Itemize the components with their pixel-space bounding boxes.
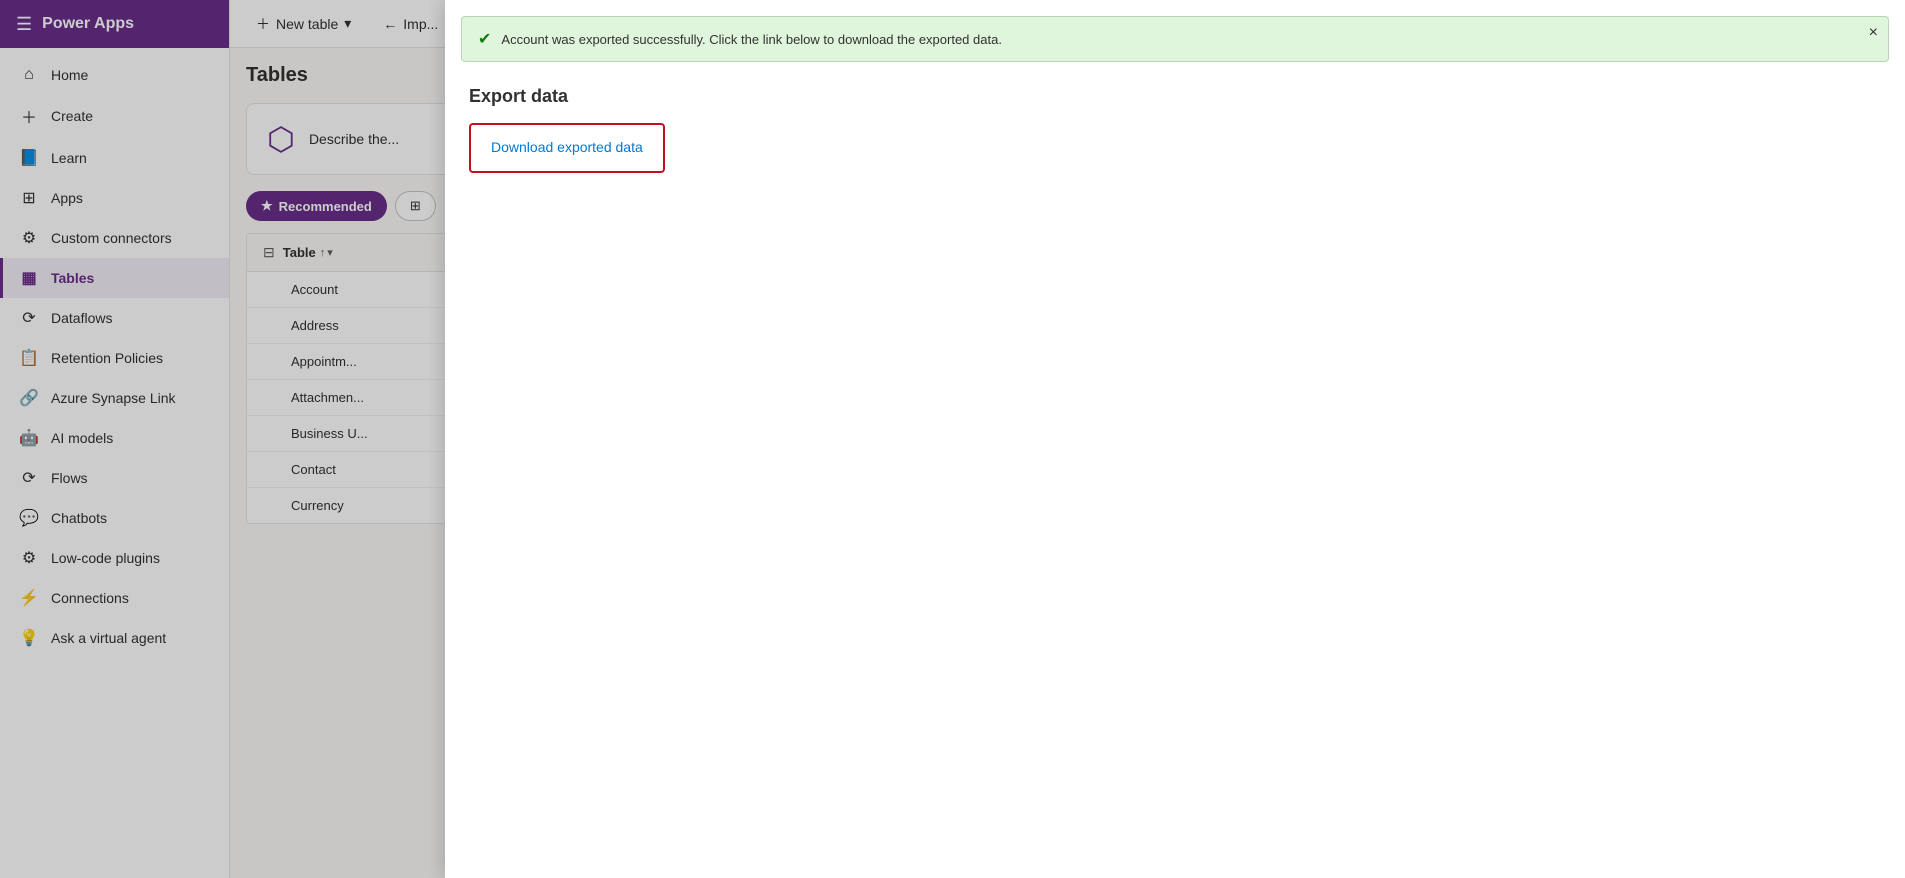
export-toast: ✔ Account was exported successfully. Cli… [461,16,1889,62]
overlay: × ✔ Account was exported successfully. C… [0,0,1905,878]
export-panel: × ✔ Account was exported successfully. C… [445,0,1905,878]
toast-message: Account was exported successfully. Click… [501,32,1002,47]
toast-close-button[interactable]: × [1869,25,1878,41]
export-section-title: Export data [469,86,1881,107]
download-box: Download exported data [469,123,665,173]
success-icon: ✔ [478,29,491,49]
download-link[interactable]: Download exported data [491,139,643,155]
panel-body: Export data Download exported data [445,62,1905,878]
